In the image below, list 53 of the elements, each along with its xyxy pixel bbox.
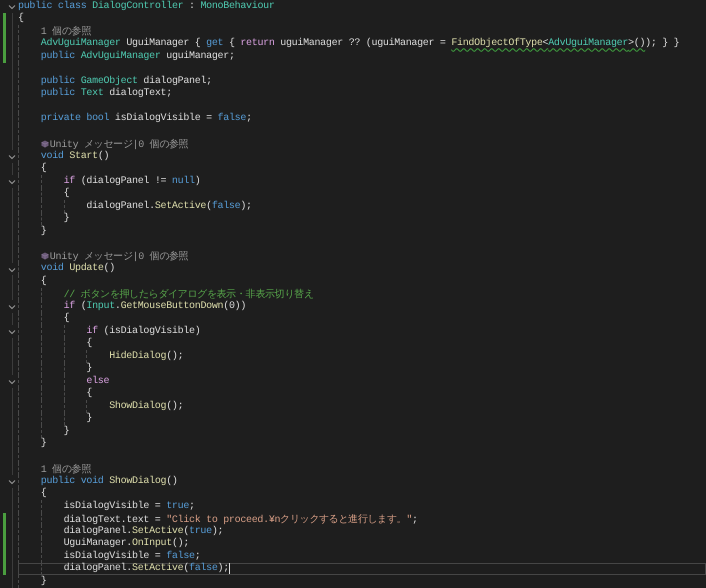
code-line: ShowDialog(); [109, 400, 184, 412]
code-line: dialogPanel.SetActive(false); [86, 200, 252, 212]
chevron-icon[interactable] [8, 154, 16, 160]
chevron-icon[interactable] [8, 304, 16, 310]
code-line: } [40, 226, 46, 237]
chevron-icon[interactable] [8, 379, 16, 385]
code-line: public AdvUguiManager uguiManager; [40, 50, 235, 62]
code-line: { [86, 388, 92, 400]
code-line: // ボタンを押したらダイアログを表示・非表示切り替え [64, 288, 314, 301]
code-line: public GameObject dialogPanel; [40, 76, 212, 87]
code-line: } [64, 213, 70, 224]
cube-icon [40, 140, 49, 148]
code-line: private bool isDialogVisible = false; [40, 113, 252, 124]
codelens-text[interactable]: 1 個の参照 [40, 462, 91, 476]
code-line: } [40, 438, 46, 450]
chevron-icon[interactable] [8, 4, 16, 10]
code-line: UguiManager.OnInput(); [64, 538, 190, 550]
code-line: } [86, 413, 92, 424]
code-line: { [86, 338, 92, 350]
code-line: { [64, 313, 70, 324]
code-line: } [86, 363, 92, 374]
code-line: if (isDialogVisible) [86, 326, 200, 337]
code-line: public class DialogController : MonoBehaviour [18, 0, 275, 12]
code-line: public void ShowDialog() [40, 476, 178, 487]
chevron-icon[interactable] [8, 479, 16, 485]
code-line: { [40, 276, 46, 287]
code-line: if (Input.GetMouseButtonDown(0)) [64, 300, 246, 312]
code-line: { [40, 163, 46, 174]
code-line: } [64, 426, 70, 437]
code-line: } [40, 576, 46, 587]
codelens-text[interactable]: Unity メッセージ|0 個の参照 [50, 249, 188, 264]
code-line: AdvUguiManager UguiManager { get { return uguiManager ?? (uguiManager = FindObjectOfType<AdvUguiManager>()); } } [40, 38, 680, 50]
chevron-icon[interactable] [8, 179, 16, 185]
code-line: dialogPanel.SetActive(true); [64, 526, 224, 537]
code-line: dialogText.text = "Click to proceed.¥nクリックすると進行します。"; [64, 513, 418, 526]
cube-icon [40, 252, 49, 260]
code-line: public Text dialogText; [40, 88, 172, 100]
codelens-text[interactable]: Unity メッセージ|0 個の参照 [50, 136, 188, 151]
code-line: void Update() [40, 263, 115, 274]
code-line: isDialogVisible = false; [64, 550, 200, 562]
text-cursor [228, 563, 230, 574]
code-line: void Start() [40, 150, 110, 162]
code-line: if (dialogPanel != null) [64, 176, 200, 187]
chevron-icon[interactable] [8, 266, 16, 272]
chevron-icon[interactable] [8, 329, 16, 335]
code-line: HideDialog(); [109, 350, 184, 362]
code-line: { [64, 188, 70, 200]
code-line: isDialogVisible = true; [64, 500, 195, 512]
codelens-text[interactable]: 1 個の参照 [40, 24, 91, 38]
code-line: dialogPanel.SetActive(false); [64, 563, 229, 574]
code-line: else [86, 376, 110, 387]
code-line: { [40, 488, 46, 500]
code-line: { [18, 13, 24, 24]
